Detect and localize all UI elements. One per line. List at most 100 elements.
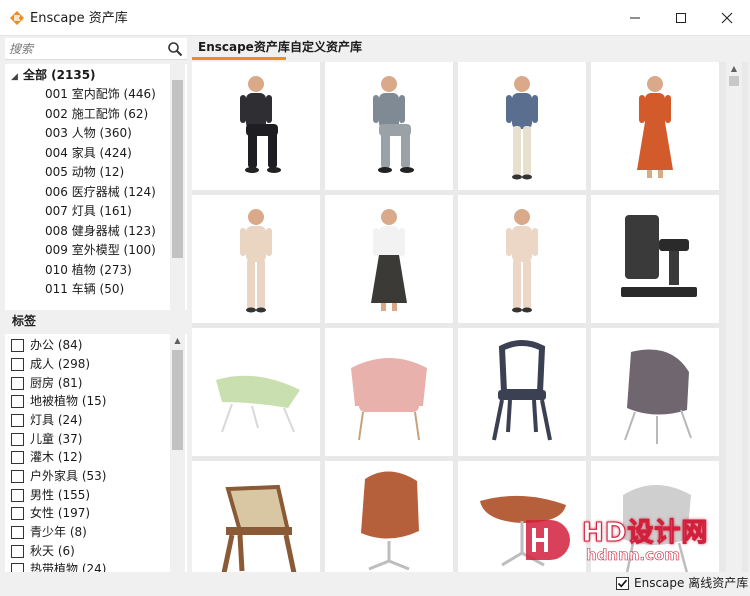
maximize-button[interactable]: [658, 0, 704, 36]
asset-tile[interactable]: [192, 62, 320, 190]
tag-checkbox[interactable]: [11, 526, 24, 539]
tag-checkbox[interactable]: [11, 507, 24, 520]
footer-bar: Enscape 离线资产库: [0, 572, 750, 596]
ottoman-icon: [480, 495, 566, 567]
tag-item[interactable]: 热带植物 (24): [11, 560, 106, 572]
standing-woman-dress-icon: [637, 76, 673, 178]
tree-item[interactable]: 004 家具 (424): [45, 144, 132, 163]
window-title: Enscape 资产库: [30, 11, 128, 26]
tree-root-label: 全部 (2135): [23, 68, 96, 82]
tree-scrollbar[interactable]: ▼: [170, 64, 185, 328]
tag-item[interactable]: 地被植物 (15): [11, 392, 106, 411]
asset-tile[interactable]: [192, 195, 320, 323]
tag-item[interactable]: 儿童 (37): [11, 430, 82, 449]
tag-checkbox[interactable]: [11, 489, 24, 502]
fitness-machine-icon: [621, 215, 697, 297]
tree-item[interactable]: 008 健身器械 (123): [45, 222, 156, 241]
search-input[interactable]: [5, 38, 163, 60]
asset-tile[interactable]: [458, 62, 586, 190]
grid-scroll-thumb[interactable]: [729, 76, 739, 86]
tag-label: 成人 (298): [30, 357, 91, 371]
tag-checkbox[interactable]: [11, 563, 24, 572]
lounge-chair-green-icon: [216, 375, 300, 433]
tree-scroll-thumb[interactable]: [172, 80, 183, 258]
tab-custom-library[interactable]: 自定义资产库: [290, 36, 370, 60]
tree-item[interactable]: 001 室内配饰 (446): [45, 85, 156, 104]
search-icon[interactable]: [167, 41, 183, 57]
asset-tile[interactable]: [192, 461, 320, 572]
tag-item[interactable]: 办公 (84): [11, 336, 82, 355]
collapse-arrow-icon[interactable]: ◢: [11, 68, 23, 87]
tag-checkbox[interactable]: [11, 451, 24, 464]
tag-label: 热带植物 (24): [30, 562, 107, 572]
tags-list: 办公 (84) 成人 (298) 厨房 (81) 地被植物 (15) 灯具 (2…: [5, 334, 187, 572]
tag-label: 厨房 (81): [30, 376, 83, 390]
tree-item[interactable]: 003 人物 (360): [45, 124, 132, 143]
tag-label: 男性 (155): [30, 488, 91, 502]
scroll-up-icon[interactable]: ▲: [170, 334, 185, 348]
tag-label: 儿童 (37): [30, 432, 83, 446]
tag-label: 女性 (197): [30, 506, 91, 520]
asset-tile[interactable]: [458, 461, 586, 572]
minimize-button[interactable]: [612, 0, 658, 36]
asset-tile[interactable]: [325, 328, 453, 456]
tag-checkbox[interactable]: [11, 395, 24, 408]
tree-item[interactable]: 010 植物 (273): [45, 261, 132, 280]
seated-man-phone-icon: [373, 76, 414, 173]
tag-label: 青少年 (8): [30, 525, 87, 539]
tag-checkbox[interactable]: [11, 470, 24, 483]
offline-library-label: Enscape 离线资产库: [634, 576, 749, 590]
close-button[interactable]: [704, 0, 750, 36]
tag-item[interactable]: 灯具 (24): [11, 411, 82, 430]
tag-item[interactable]: 户外家具 (53): [11, 467, 106, 486]
standing-woman-suit-icon: [240, 209, 272, 313]
tag-checkbox[interactable]: [11, 433, 24, 446]
asset-tile[interactable]: [591, 328, 719, 456]
tag-item[interactable]: 成人 (298): [11, 355, 90, 374]
tree-root-all[interactable]: ◢ 全部 (2135): [11, 66, 96, 85]
asset-tile[interactable]: [591, 62, 719, 190]
seated-man-icon: [240, 76, 281, 173]
tag-checkbox[interactable]: [11, 339, 24, 352]
asset-tile[interactable]: [192, 328, 320, 456]
tags-scroll-thumb[interactable]: [172, 350, 183, 450]
tag-item[interactable]: 厨房 (81): [11, 374, 82, 393]
asset-grid: ▲: [192, 62, 748, 572]
asset-tile[interactable]: [591, 461, 719, 572]
tab-enscape-library[interactable]: Enscape资产库: [192, 36, 290, 60]
wooden-chair-icon: [221, 484, 297, 572]
tree-item[interactable]: 011 车辆 (50): [45, 280, 124, 299]
tree-item[interactable]: 005 动物 (12): [45, 163, 124, 182]
asset-tile[interactable]: [325, 461, 453, 572]
tag-checkbox[interactable]: [11, 414, 24, 427]
tree-item[interactable]: 002 施工配饰 (62): [45, 105, 148, 124]
standing-man-phone-icon: [506, 76, 538, 180]
grid-scrollbar[interactable]: ▲: [726, 62, 742, 572]
asset-tile[interactable]: [325, 62, 453, 190]
tree-item[interactable]: 009 室外模型 (100): [45, 241, 156, 260]
offline-library-checkbox[interactable]: [616, 577, 629, 590]
tag-label: 灯具 (24): [30, 413, 83, 427]
asset-tile[interactable]: [458, 328, 586, 456]
category-tree: ◢ 全部 (2135) 001 室内配饰 (446) 002 施工配饰 (62) …: [5, 64, 187, 328]
tag-item[interactable]: 灌木 (12): [11, 448, 82, 467]
tag-item[interactable]: 青少年 (8): [11, 523, 87, 542]
asset-tile[interactable]: [591, 195, 719, 323]
tree-item[interactable]: 007 灯具 (161): [45, 202, 132, 221]
tree-item[interactable]: 006 医疗器械 (124): [45, 183, 156, 202]
close-icon: [721, 12, 733, 24]
tag-checkbox[interactable]: [11, 545, 24, 558]
tag-item[interactable]: 秋天 (6): [11, 542, 75, 561]
tag-item[interactable]: 女性 (197): [11, 504, 90, 523]
tags-scrollbar[interactable]: ▲: [170, 334, 185, 572]
tag-checkbox[interactable]: [11, 358, 24, 371]
tag-item[interactable]: 男性 (155): [11, 486, 90, 505]
tag-label: 灌木 (12): [30, 450, 83, 464]
asset-tile[interactable]: [325, 195, 453, 323]
enscape-logo-icon: [10, 11, 24, 25]
left-pane: ◢全部 (2135) 001 室内配饰 (446) 002 施工配饰 (62) …: [5, 36, 187, 572]
tag-checkbox[interactable]: [11, 377, 24, 390]
scroll-up-icon[interactable]: ▲: [726, 62, 742, 76]
asset-tile[interactable]: [458, 195, 586, 323]
shell-chair-icon: [624, 349, 692, 444]
